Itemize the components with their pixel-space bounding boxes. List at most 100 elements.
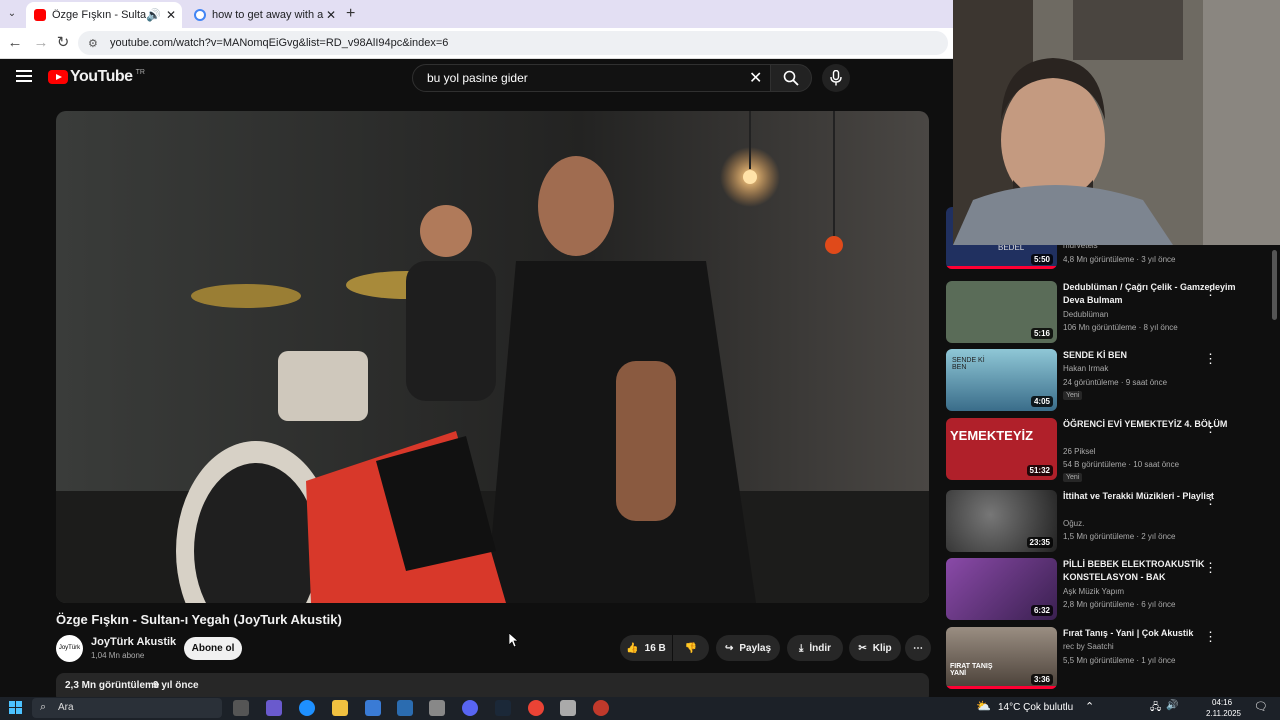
app-icon[interactable]	[429, 700, 445, 716]
video-frame	[56, 111, 929, 603]
reload-icon[interactable]: ↻	[54, 34, 72, 52]
thumbnail-text: FIRAT TANIŞ YANİ	[950, 663, 993, 677]
voice-search-button[interactable]	[822, 64, 850, 92]
search-icon: ⌕	[40, 701, 47, 713]
recommendation-card[interactable]: 23:35 İttihat ve Terakki Müzikleri - Pla…	[946, 490, 1271, 552]
like-count: 16 B	[644, 642, 666, 654]
more-vertical-icon[interactable]: ⋮	[1204, 629, 1217, 645]
subscriber-count: 1,04 Mn abone	[91, 651, 145, 660]
obs-icon[interactable]	[593, 700, 609, 716]
video-meta: 4,8 Mn görüntüleme · 3 yıl önce	[1063, 255, 1176, 264]
sidebar-scrollbar[interactable]	[1272, 250, 1277, 320]
recommendation-card[interactable]: FIRAT TANIŞ YANİ 3:36 Fırat Tanış - Yani…	[946, 627, 1271, 689]
share-button[interactable]: ↪ Paylaş	[716, 635, 780, 661]
notification-icon[interactable]: 🗨	[1254, 700, 1268, 713]
close-tab-icon[interactable]: ✕	[324, 8, 338, 22]
more-actions-button[interactable]: ⋯	[905, 635, 931, 661]
volume-icon[interactable]: 🔊	[1166, 700, 1178, 711]
video-meta: 2,8 Mn görüntüleme · 6 yıl önce	[1063, 600, 1176, 609]
close-tab-icon[interactable]: ✕	[164, 8, 178, 22]
url-text: youtube.com/watch?v=MANomqEiGvg&list=RD_…	[110, 37, 449, 49]
video-thumbnail[interactable]: 23:35	[946, 490, 1057, 552]
channel-name[interactable]: Aşk Müzik Yapım	[1063, 587, 1124, 596]
tab-inactive[interactable]: how to get away with a murder ✕	[186, 2, 342, 28]
watched-progress-bar	[946, 266, 1057, 269]
video-thumbnail[interactable]: FIRAT TANIŞ YANİ 3:36	[946, 627, 1057, 689]
new-tab-button[interactable]: +	[346, 5, 355, 23]
video-meta: 24 görüntüleme · 9 saat önce	[1063, 378, 1168, 387]
channel-name[interactable]: Oğuz.	[1063, 519, 1084, 528]
video-thumbnail[interactable]: SENDE Kİ BEN 4:05	[946, 349, 1057, 411]
channel-name[interactable]: 26 Piksel	[1063, 447, 1095, 456]
search-button[interactable]	[770, 64, 812, 92]
new-badge: Yeni	[1063, 473, 1083, 482]
subscribe-button[interactable]: Abone ol	[184, 637, 242, 660]
browser-tab-bar: ⌄ Özge Fışkın - Sultan-ı Yegah 🔊 ✕ how t…	[0, 0, 953, 28]
recommendation-card[interactable]: SENDE Kİ BEN 4:05 SENDE Kİ BEN Hakan Irm…	[946, 349, 1271, 411]
address-bar-row: ← → ↻ ⚙ youtube.com/watch?v=MANomqEiGvg&…	[0, 28, 953, 59]
discord-icon[interactable]	[462, 700, 478, 716]
video-player[interactable]	[56, 111, 929, 603]
tray-chevron-icon[interactable]: ⌃	[1085, 700, 1094, 713]
taskbar-search[interactable]: ⌕ Ara	[32, 698, 222, 718]
menu-icon[interactable]	[16, 70, 32, 82]
youtube-logo[interactable]: YouTube TR	[48, 68, 145, 86]
more-vertical-icon[interactable]: ⋮	[1204, 420, 1217, 436]
download-button[interactable]: ⤓ İndir	[787, 635, 843, 661]
more-vertical-icon[interactable]: ⋮	[1204, 283, 1217, 299]
more-vertical-icon[interactable]: ⋮	[1204, 560, 1217, 576]
speaker-icon[interactable]: 🔊	[146, 8, 161, 22]
webcam-overlay	[953, 0, 1280, 245]
weather-text[interactable]: 14°C Çok bulutlu	[998, 702, 1073, 713]
video-thumbnail[interactable]: YEMEKTEYİZ 51:32	[946, 418, 1057, 480]
video-thumbnail[interactable]: 6:32	[946, 558, 1057, 620]
channel-name[interactable]: Dedublüman	[1063, 310, 1108, 319]
recommendation-card[interactable]: YEMEKTEYİZ 51:32 ÖĞRENCİ EVİ YEMEKTEYİZ …	[946, 418, 1271, 482]
video-duration: 3:36	[1030, 674, 1053, 685]
task-view-icon[interactable]	[233, 700, 249, 716]
app-icon[interactable]	[560, 700, 576, 716]
more-horizontal-icon: ⋯	[913, 642, 923, 654]
file-explorer-icon[interactable]	[332, 700, 348, 716]
search-input[interactable]	[425, 70, 749, 86]
edge-icon[interactable]	[299, 700, 315, 716]
google-favicon-icon	[194, 9, 206, 21]
tab-list-chevron-icon[interactable]: ⌄	[4, 6, 20, 22]
channel-name[interactable]: rec by Saatchi	[1063, 642, 1114, 651]
recommendation-card[interactable]: 6:32 PİLLİ BEBEK ELEKTROAKUSTİK KONSTELA…	[946, 558, 1271, 620]
dislike-button[interactable]: 👎	[673, 635, 709, 661]
recommendation-card[interactable]: 5:16 Dedublüman / Çağrı Çelik - Gamzedey…	[946, 281, 1271, 343]
like-button[interactable]: 👍 16 B	[620, 635, 672, 661]
video-meta: 106 Mn görüntüleme · 8 yıl önce	[1063, 323, 1178, 332]
chrome-icon[interactable]	[528, 700, 544, 716]
clock-time[interactable]: 04:16	[1212, 698, 1232, 707]
network-icon[interactable]: 🖧	[1150, 700, 1161, 717]
channel-name[interactable]: JoyTürk Akustik	[91, 636, 176, 648]
scissors-icon: ✂	[858, 642, 867, 654]
forward-arrow-icon[interactable]: →	[32, 34, 50, 52]
logo-country: TR	[135, 68, 145, 76]
video-duration: 4:05	[1030, 396, 1053, 407]
omnibox[interactable]: ⚙ youtube.com/watch?v=MANomqEiGvg&list=R…	[78, 31, 948, 55]
outlook-icon[interactable]	[397, 700, 413, 716]
channel-name[interactable]: Hakan Irmak	[1063, 364, 1108, 373]
copilot-icon[interactable]	[266, 700, 282, 716]
search-box: ✕	[412, 64, 772, 92]
more-vertical-icon[interactable]: ⋮	[1204, 351, 1217, 367]
clock-date[interactable]: 2.11.2025	[1206, 709, 1241, 718]
site-info-icon[interactable]: ⚙	[88, 37, 102, 50]
more-vertical-icon[interactable]: ⋮	[1204, 492, 1217, 508]
windows-start-icon[interactable]	[9, 701, 22, 714]
clear-search-icon[interactable]: ✕	[749, 68, 769, 88]
video-thumbnail[interactable]: 5:16	[946, 281, 1057, 343]
tab-title: how to get away with a murder	[212, 9, 324, 21]
clip-button[interactable]: ✂ Klip	[849, 635, 901, 661]
store-icon[interactable]	[365, 700, 381, 716]
youtube-header: YouTube TR ✕	[0, 58, 953, 98]
channel-avatar[interactable]: JoyTürk	[56, 635, 83, 662]
back-arrow-icon[interactable]: ←	[6, 34, 24, 52]
tab-title: Özge Fışkın - Sultan-ı Yegah	[52, 9, 146, 21]
steam-icon[interactable]	[495, 700, 511, 716]
tab-active[interactable]: Özge Fışkın - Sultan-ı Yegah 🔊 ✕	[26, 2, 182, 28]
video-duration: 23:35	[1026, 537, 1053, 548]
